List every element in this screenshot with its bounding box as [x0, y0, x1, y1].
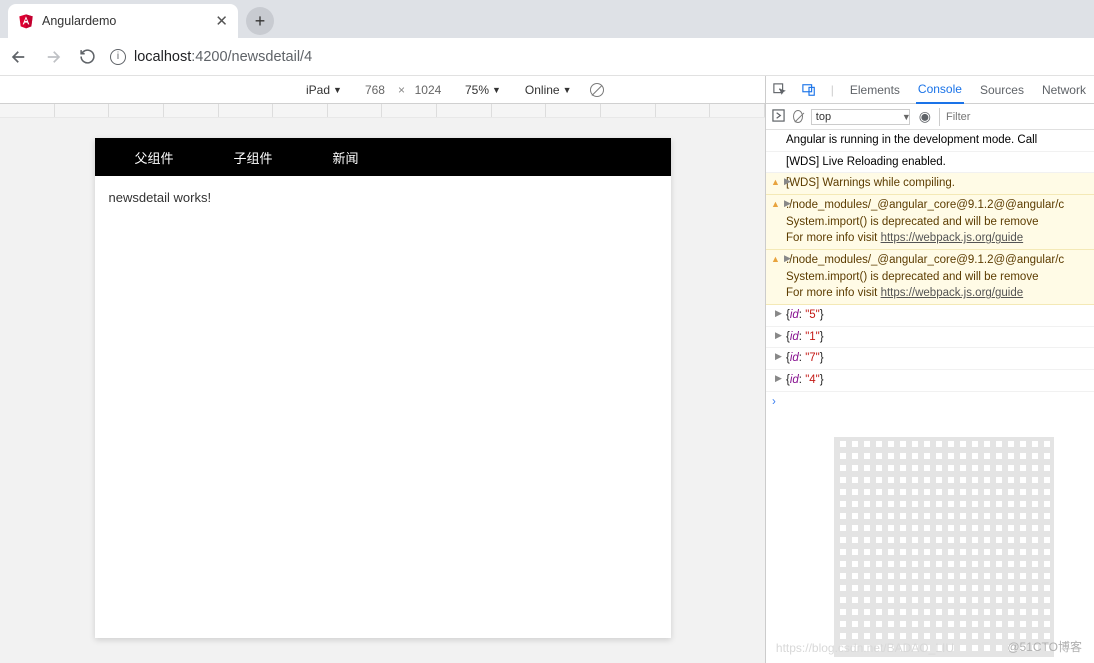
tab-elements[interactable]: Elements — [848, 76, 902, 104]
live-expression-icon[interactable]: ◉ — [919, 108, 931, 125]
clear-console-icon[interactable] — [793, 110, 803, 123]
tab-close-icon[interactable]: ✕ — [215, 12, 228, 30]
expand-icon[interactable]: ▶ — [775, 372, 782, 385]
url-field[interactable]: i localhost:4200/newsdetail/4 — [110, 49, 1086, 65]
expand-icon[interactable]: ▶ — [784, 252, 791, 265]
app-content: newsdetail works! — [95, 176, 671, 219]
app-frame: 父组件 子组件 新闻 newsdetail works! — [95, 138, 671, 638]
expand-icon[interactable]: ▶ — [775, 307, 782, 320]
console-output[interactable]: Angular is running in the development mo… — [766, 130, 1094, 663]
browser-tab-strip: Angulardemo ✕ + — [0, 0, 1094, 38]
reload-button[interactable] — [76, 48, 98, 65]
address-bar: i localhost:4200/newsdetail/4 — [0, 38, 1094, 76]
console-row-warn[interactable]: ▶[WDS] Warnings while compiling. — [766, 173, 1094, 195]
nav-link-child[interactable]: 子组件 — [234, 148, 273, 167]
nav-link-parent[interactable]: 父组件 — [135, 148, 174, 167]
expand-icon[interactable]: ▶ — [784, 197, 791, 210]
context-select[interactable]: top — [811, 109, 910, 125]
viewport-width[interactable] — [358, 83, 392, 97]
url-path: :4200/newsdetail/4 — [191, 49, 312, 65]
filter-input[interactable] — [939, 108, 1088, 126]
console-row-obj[interactable]: ▶{id: "4"} — [766, 370, 1094, 392]
tab-console[interactable]: Console — [916, 76, 964, 104]
ruler — [0, 104, 765, 118]
nav-link-news[interactable]: 新闻 — [333, 148, 359, 167]
browser-tab[interactable]: Angulardemo ✕ — [8, 4, 238, 38]
viewport-area: 父组件 子组件 新闻 newsdetail works! — [0, 118, 765, 663]
url-host: localhost — [134, 49, 191, 65]
devtools-tabs: | Elements Console Sources Network — [766, 76, 1094, 104]
tab-title: Angulardemo — [42, 14, 116, 28]
device-select[interactable]: iPad▼ — [300, 83, 348, 97]
console-row-obj[interactable]: ▶{id: "5"} — [766, 305, 1094, 327]
inspect-icon[interactable] — [772, 83, 787, 97]
angular-icon — [18, 13, 34, 29]
devtools-panel: | Elements Console Sources Network top ▼… — [765, 76, 1094, 663]
console-row: Angular is running in the development mo… — [766, 130, 1094, 152]
zoom-select[interactable]: 75%▼ — [459, 83, 507, 97]
site-info-icon[interactable]: i — [110, 49, 126, 65]
tab-network[interactable]: Network — [1040, 76, 1088, 104]
console-row-obj[interactable]: ▶{id: "1"} — [766, 327, 1094, 349]
new-tab-button[interactable]: + — [246, 7, 274, 35]
forward-button[interactable] — [42, 48, 64, 66]
no-throttle-icon[interactable] — [590, 83, 604, 97]
console-row-obj[interactable]: ▶{id: "7"} — [766, 348, 1094, 370]
console-row: [WDS] Live Reloading enabled. — [766, 152, 1094, 174]
expand-icon[interactable]: ▶ — [775, 350, 782, 363]
back-button[interactable] — [8, 48, 30, 66]
console-prompt[interactable]: › — [766, 392, 1094, 413]
viewport-height[interactable] — [411, 83, 445, 97]
expand-icon[interactable]: ▶ — [784, 175, 791, 188]
console-sidebar-icon[interactable] — [772, 109, 785, 125]
console-toolbar: top ▼ ◉ — [766, 104, 1094, 130]
console-row-warn[interactable]: ▶./node_modules/_@angular_core@9.1.2@@an… — [766, 195, 1094, 250]
expand-icon[interactable]: ▶ — [775, 329, 782, 342]
tab-sources[interactable]: Sources — [978, 76, 1026, 104]
throttle-select[interactable]: Online▼ — [519, 83, 578, 97]
app-nav: 父组件 子组件 新闻 — [95, 138, 671, 176]
dimension-x: × — [398, 83, 405, 97]
device-mode-icon[interactable] — [801, 83, 816, 97]
console-row-warn[interactable]: ▶./node_modules/_@angular_core@9.1.2@@an… — [766, 250, 1094, 305]
